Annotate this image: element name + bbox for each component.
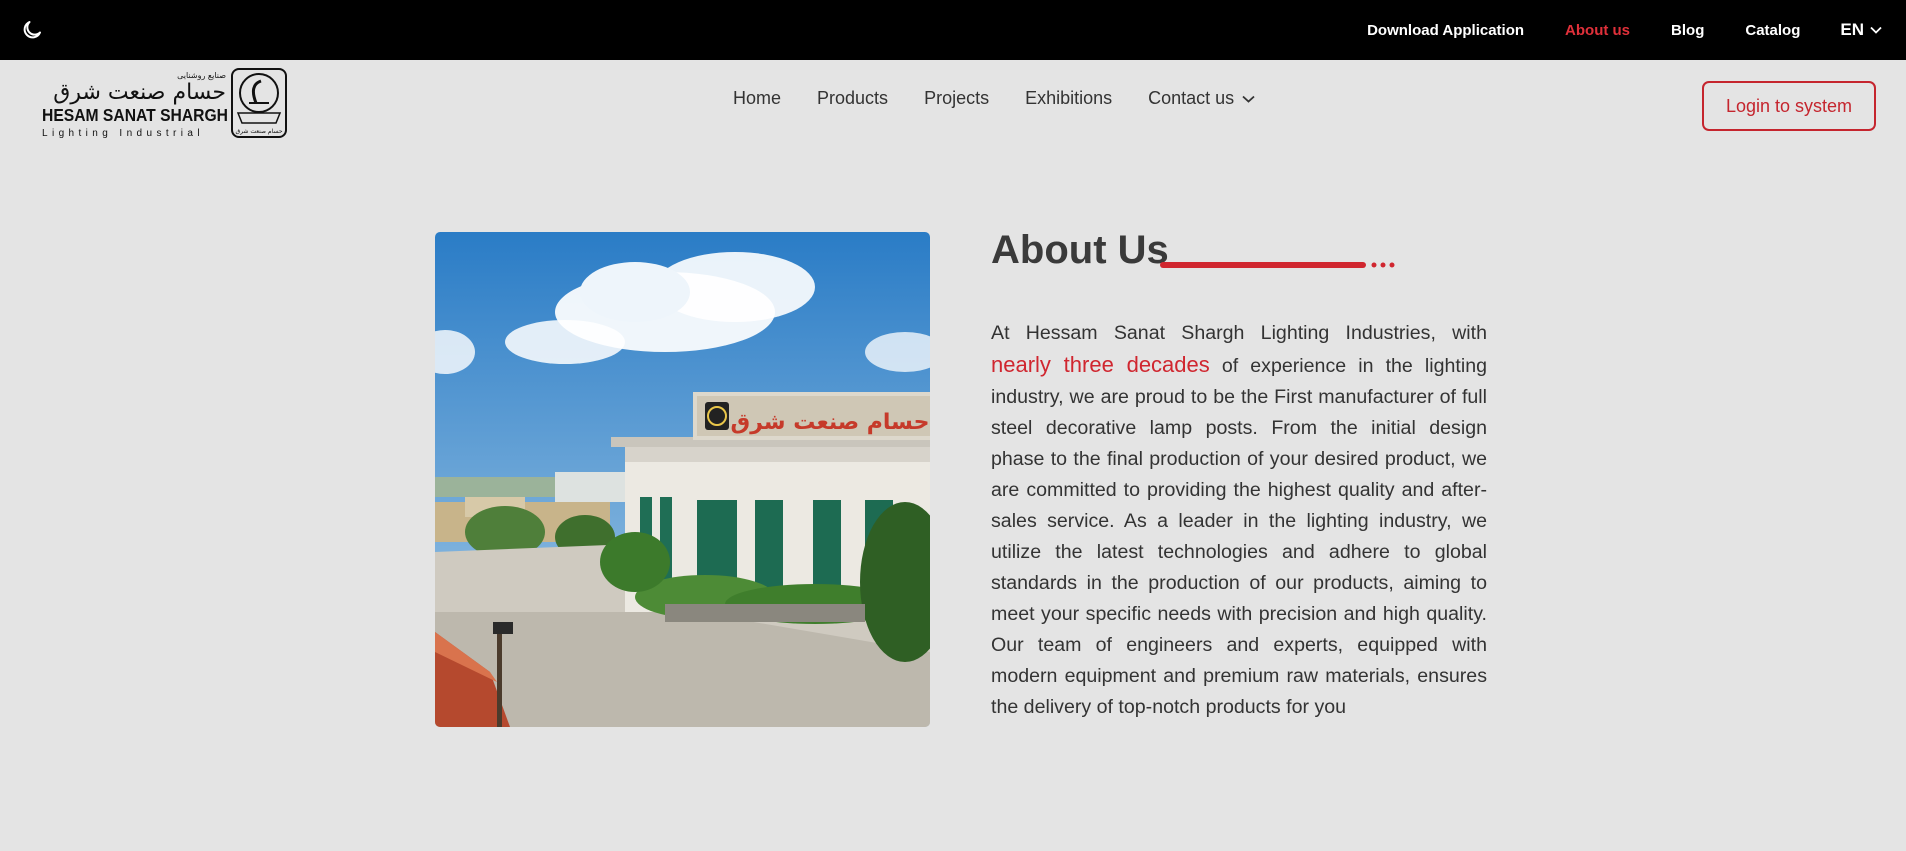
login-button[interactable]: Login to system [1702,81,1876,131]
moon-icon[interactable] [20,18,44,42]
catalog-link[interactable]: Catalog [1745,22,1800,39]
about-highlight: nearly three decades [991,352,1210,377]
chevron-down-icon [1870,26,1882,34]
chevron-down-icon [1242,95,1255,103]
top-links: Download Application About us Blog Catal… [1326,0,1882,60]
about-paragraph: At Hessam Sanat Shargh Lighting Industri… [991,318,1487,723]
about-title: About Us [991,228,1169,272]
svg-text:صنایع روشنایی: صنایع روشنایی [177,71,226,80]
top-bar: Download Application About us Blog Catal… [0,0,1906,60]
language-label: EN [1840,20,1864,39]
main-nav: Home Products Projects Exhibitions Conta… [733,88,1255,109]
svg-text:حسام صنعت شرق: حسام صنعت شرق [53,80,226,105]
about-intro: At Hessam Sanat Shargh Lighting Industri… [991,322,1487,344]
nav-projects[interactable]: Projects [924,88,989,109]
nav-contact-dropdown[interactable]: Contact us [1148,88,1255,109]
svg-text:حسام صنعت شرق: حسام صنعت شرق [235,128,282,135]
download-app-link[interactable]: Download Application [1367,22,1524,39]
nav-home[interactable]: Home [733,88,781,109]
language-selector[interactable]: EN [1840,20,1882,40]
about-us-link[interactable]: About us [1565,22,1630,39]
main-header: صنایع روشنایی حسام صنعت شرق HESAM SANAT … [0,60,1906,150]
svg-text:Lighting Industrial: Lighting Industrial [42,128,204,139]
nav-products[interactable]: Products [817,88,888,109]
company-logo[interactable]: صنایع روشنایی حسام صنعت شرق HESAM SANAT … [40,67,288,139]
svg-text:حسام صنعت شرق: حسام صنعت شرق [731,410,930,435]
title-underline-decoration [1160,262,1395,268]
svg-text:HESAM SANAT SHARGH: HESAM SANAT SHARGH [42,105,228,125]
blog-link[interactable]: Blog [1671,22,1704,39]
nav-exhibitions[interactable]: Exhibitions [1025,88,1112,109]
nav-contact-label: Contact us [1148,88,1235,108]
factory-photo: حسام صنعت شرق [435,232,930,727]
about-body: of experience in the lighting industry, … [991,355,1487,718]
